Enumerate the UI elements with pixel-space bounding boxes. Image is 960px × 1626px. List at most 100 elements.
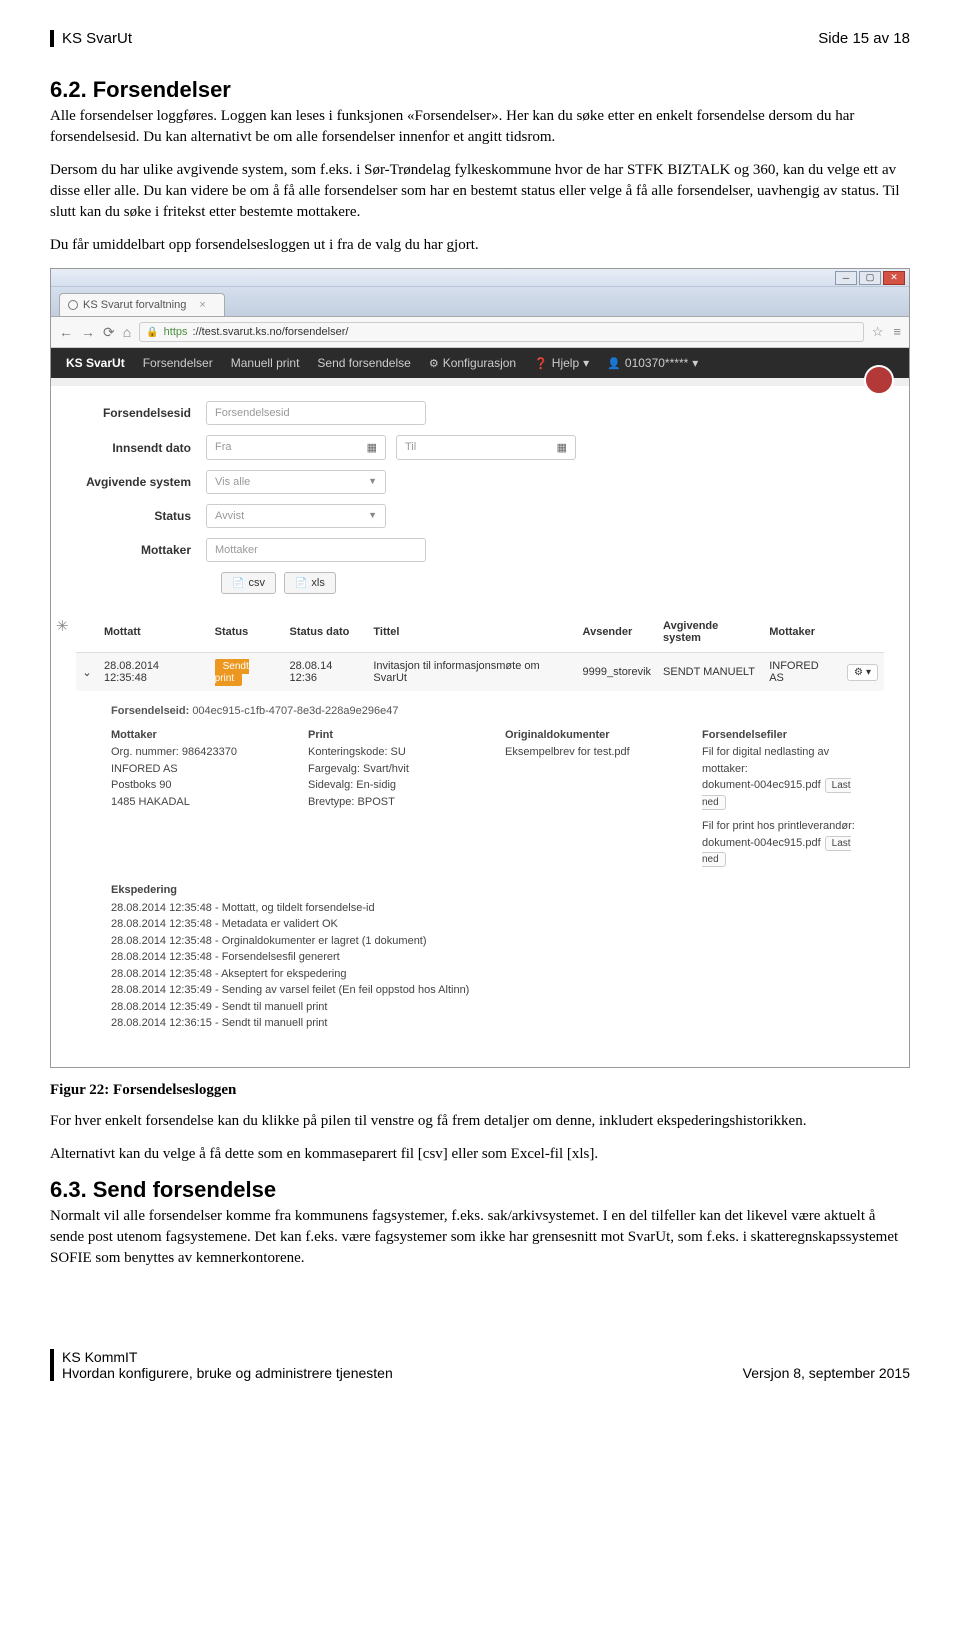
browser-tab-strip: KS Svarut forvaltning ×: [51, 287, 909, 317]
nav-user[interactable]: 👤 010370***** ▾: [607, 356, 698, 370]
screenshot-figure: ─ ▢ ✕ KS Svarut forvaltning × ← → ⟳ ⌂ 🔒 …: [50, 268, 910, 1068]
cell-system: SENDT MANUELT: [657, 653, 763, 692]
calendar-icon: ▦: [557, 441, 567, 454]
input-dato-til[interactable]: Til▦: [396, 435, 576, 460]
th-status-dato: Status dato: [284, 612, 368, 653]
list-item: 28.08.2014 12:35:49 - Sending av varsel …: [111, 982, 859, 999]
address-bar: ← → ⟳ ⌂ 🔒 https://test.svarut.ks.no/fors…: [51, 317, 909, 348]
paragraph: Normalt vil alle forsendelser komme fra …: [50, 1206, 910, 1269]
label-system: Avgivende system: [76, 475, 206, 489]
filter-row-system: Avgivende system Vis alle▼: [76, 470, 884, 494]
list-item: 28.08.2014 12:35:48 - Mottatt, og tildel…: [111, 900, 859, 917]
cell-avsender: 9999_storevik: [577, 653, 658, 692]
label-mottaker: Mottaker: [76, 543, 206, 557]
detail-originaldokumenter: Originaldokumenter Eksempelbrev for test…: [505, 729, 662, 868]
nav-send-forsendelse[interactable]: Send forsendelse: [317, 356, 410, 370]
forward-button[interactable]: →: [81, 324, 95, 340]
th-avsender: Avsender: [577, 612, 658, 653]
list-item: 28.08.2014 12:35:48 - Orginaldokumenter …: [111, 933, 859, 950]
detail-print: Print Konteringskode: SU Fargevalg: Svar…: [308, 729, 465, 868]
nav-konfigurasjon[interactable]: ⚙ Konfigurasjon: [429, 356, 516, 370]
maximize-button[interactable]: ▢: [859, 271, 881, 285]
forsendelseid-line: Forsendelseid: 004ec915-c1fb-4707-8e3d-2…: [111, 705, 859, 717]
user-icon: 👤: [607, 357, 621, 370]
cell-tittel: Invitasjon til informasjonsmøte om SvarU…: [367, 653, 576, 692]
table-row[interactable]: ⌄ 28.08.2014 12:35:48 Sendt print 28.08.…: [76, 653, 884, 692]
th-system: Avgivende system: [657, 612, 763, 653]
page-header: KS SvarUt Side 15 av 18: [50, 30, 910, 47]
chevron-down-icon: ▼: [368, 510, 377, 522]
input-dato-fra[interactable]: Fra▦: [206, 435, 386, 460]
footer-subtitle: Hvordan konfigurere, bruke og administre…: [62, 1365, 393, 1381]
footer-org: KS KommIT: [62, 1349, 393, 1365]
chevron-down-icon: ▾: [866, 667, 871, 678]
list-item: 28.08.2014 12:35:48 - Forsendelsesfil ge…: [111, 949, 859, 966]
detail-panel: Forsendelseid: 004ec915-c1fb-4707-8e3d-2…: [76, 691, 884, 1042]
input-mottaker[interactable]: Mottaker: [206, 538, 426, 562]
th-tittel: Tittel: [367, 612, 576, 653]
th-status: Status: [209, 612, 284, 653]
label-dato: Innsendt dato: [76, 441, 206, 455]
content-pane: Forsendelsesid Forsendelsesid Innsendt d…: [51, 386, 909, 1067]
file-icon: 📄: [232, 578, 244, 589]
help-icon: ❓: [534, 357, 548, 370]
footer-version: Versjon 8, september 2015: [743, 1365, 910, 1381]
menu-icon[interactable]: ≡: [893, 324, 901, 340]
reload-button[interactable]: ⟳: [103, 324, 115, 341]
section-title: Forsendelser: [93, 77, 231, 102]
chevron-down-icon: ▾: [692, 356, 698, 370]
paragraph: Dersom du har ulike avgivende system, so…: [50, 160, 910, 223]
section-title: Send forsendelse: [93, 1177, 276, 1202]
ekspedering-list: 28.08.2014 12:35:48 - Mottatt, og tildel…: [111, 900, 859, 1032]
paragraph: Alle forsendelser loggføres. Loggen kan …: [50, 106, 910, 148]
filter-row-status: Status Avvist▼: [76, 504, 884, 528]
select-status[interactable]: Avvist▼: [206, 504, 386, 528]
select-system[interactable]: Vis alle▼: [206, 470, 386, 494]
logo-badge: [864, 365, 894, 395]
gear-icon: ⚙: [429, 357, 439, 370]
tab-close-icon[interactable]: ×: [199, 299, 205, 311]
section-number: 6.2.: [50, 77, 87, 102]
list-item: 28.08.2014 12:36:15 - Sendt til manuell …: [111, 1015, 859, 1032]
input-forsendelsesid[interactable]: Forsendelsesid: [206, 401, 426, 425]
export-xls-button[interactable]: 📄xls: [284, 572, 336, 594]
cell-mottatt: 28.08.2014 12:35:48: [98, 653, 209, 692]
row-actions-button[interactable]: ⚙ ▾: [847, 664, 878, 681]
list-item: 28.08.2014 12:35:48 - Akseptert for eksp…: [111, 966, 859, 983]
detail-mottaker: Mottaker Org. nummer: 986423370 INFORED …: [111, 729, 268, 868]
section-number: 6.3.: [50, 1177, 87, 1202]
ekspedering-heading: Ekspedering: [111, 884, 859, 896]
url-field[interactable]: 🔒 https://test.svarut.ks.no/forsendelser…: [139, 322, 864, 342]
th-mottaker: Mottaker: [763, 612, 841, 653]
loading-spinner-icon: [56, 617, 72, 633]
lock-icon: 🔒: [146, 327, 158, 338]
label-forsendelsesid: Forsendelsesid: [76, 406, 206, 420]
filter-row-dato: Innsendt dato Fra▦ Til▦: [76, 435, 884, 460]
detail-forsendelsefiler: Forsendelsefiler Fil for digital nedlast…: [702, 729, 859, 868]
star-icon[interactable]: ☆: [872, 324, 884, 340]
section-heading-6-3: 6.3.Send forsendelse: [50, 1177, 910, 1203]
home-button[interactable]: ⌂: [123, 324, 131, 340]
tab-title: KS Svarut forvaltning: [83, 299, 186, 311]
window-chrome: ─ ▢ ✕: [51, 269, 909, 287]
app-brand: KS SvarUt: [66, 356, 125, 370]
page-footer: KS KommIT Hvordan konfigurere, bruke og …: [50, 1349, 910, 1381]
close-button[interactable]: ✕: [883, 271, 905, 285]
gear-icon: ⚙: [854, 667, 863, 678]
expand-row-toggle[interactable]: ⌄: [76, 653, 98, 692]
paragraph: For hver enkelt forsendelse kan du klikk…: [50, 1111, 910, 1132]
export-csv-button[interactable]: 📄csv: [221, 572, 276, 594]
browser-tab[interactable]: KS Svarut forvaltning ×: [59, 293, 225, 316]
calendar-icon: ▦: [367, 441, 377, 454]
paragraph: Alternativt kan du velge å få dette som …: [50, 1144, 910, 1165]
minimize-button[interactable]: ─: [835, 271, 857, 285]
file-icon: 📄: [295, 578, 307, 589]
favicon-placeholder: [68, 300, 78, 310]
back-button[interactable]: ←: [59, 324, 73, 340]
nav-forsendelser[interactable]: Forsendelser: [143, 356, 213, 370]
th-mottatt: Mottatt: [98, 612, 209, 653]
doc-title: KS SvarUt: [50, 30, 132, 47]
nav-manuell-print[interactable]: Manuell print: [231, 356, 300, 370]
nav-help[interactable]: ❓Hjelp ▾: [534, 356, 589, 370]
results-table: Mottatt Status Status dato Tittel Avsend…: [76, 612, 884, 691]
